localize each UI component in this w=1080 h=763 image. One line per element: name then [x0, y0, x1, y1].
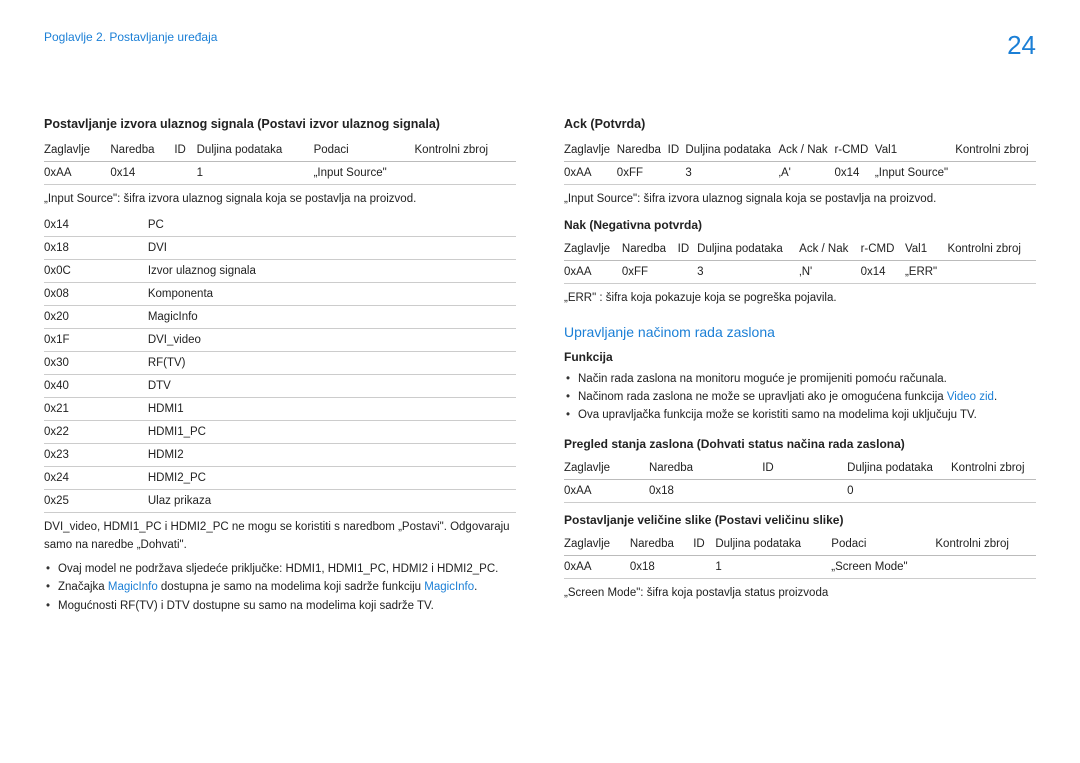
table-row: 0x24HDMI2_PC	[44, 467, 516, 490]
table-row: 0xAA0x180	[564, 479, 1036, 502]
table-row: 0x18DVI	[44, 237, 516, 260]
table-row: 0x20MagicInfo	[44, 306, 516, 329]
table-row: 0x22HDMI1_PC	[44, 421, 516, 444]
nak-title: Nak (Negativna potvrda)	[564, 218, 1036, 232]
page-header: Poglavlje 2. Postavljanje uređaja 24	[44, 30, 1036, 61]
video-zid-link[interactable]: Video zid	[947, 391, 994, 403]
magicinfo-link[interactable]: MagicInfo	[424, 581, 474, 593]
nak-note: „ERR" : šifra koja pokazuje koja se pogr…	[564, 290, 1036, 307]
bullet-item: Ovaj model ne podržava sljedeće priključ…	[44, 560, 516, 578]
table-row: 0xAA 0x14 1 „Input Source"	[44, 162, 516, 185]
page-number: 24	[1007, 30, 1036, 61]
set-size-title: Postavljanje veličine slike (Postavi vel…	[564, 513, 1036, 527]
screen-mode-note: „Screen Mode": šifra koja postavlja stat…	[564, 585, 1036, 602]
right-column: Ack (Potvrda) ZaglavljeNaredbaIDDuljina …	[564, 111, 1036, 627]
table-row: 0xAA0x181„Screen Mode"	[564, 555, 1036, 578]
th-podaci: Podaci	[314, 139, 415, 162]
table-row: 0x25Ulaz prikaza	[44, 490, 516, 513]
table-row: 0x40DTV	[44, 375, 516, 398]
table-row: 0x0CIzvor ulaznog signala	[44, 260, 516, 283]
ack-table: ZaglavljeNaredbaIDDuljina podatakaAck / …	[564, 139, 1036, 185]
th-zaglavlje: Zaglavlje	[44, 139, 110, 162]
th-naredba: Naredba	[110, 139, 174, 162]
left-bullets: Ovaj model ne podržava sljedeće priključ…	[44, 560, 516, 615]
bullet-item: Ova upravljačka funkcija može se koristi…	[564, 406, 1036, 424]
funkcija-bullets: Način rada zaslona na monitoru moguće je…	[564, 370, 1036, 425]
left-column: Postavljanje izvora ulaznog signala (Pos…	[44, 111, 516, 627]
input-source-note: „Input Source": šifra izvora ulaznog sig…	[44, 191, 516, 208]
ack-title: Ack (Potvrda)	[564, 117, 1036, 131]
set-input-source-title: Postavljanje izvora ulaznog signala (Pos…	[44, 117, 516, 131]
table-header-row: Zaglavlje Naredba ID Duljina podataka Po…	[44, 139, 516, 162]
table-header-row: ZaglavljeNaredbaIDDuljina podatakaKontro…	[564, 457, 1036, 480]
ack-note: „Input Source": šifra izvora ulaznog sig…	[564, 191, 1036, 208]
table-header-row: ZaglavljeNaredbaIDDuljina podatakaPodaci…	[564, 533, 1036, 556]
bullet-item: Način rada zaslona na monitoru moguće je…	[564, 370, 1036, 388]
table-row: 0x21HDMI1	[44, 398, 516, 421]
bullet-item: Mogućnosti RF(TV) i DTV dostupne su samo…	[44, 597, 516, 615]
bullet-item: Značajka MagicInfo dostupna je samo na m…	[44, 578, 516, 596]
nak-table: ZaglavljeNaredbaIDDuljina podatakaAck / …	[564, 238, 1036, 284]
funkcija-title: Funkcija	[564, 350, 1036, 364]
th-kontrolni: Kontrolni zbroj	[415, 139, 516, 162]
set-size-table: ZaglavljeNaredbaIDDuljina podatakaPodaci…	[564, 533, 1036, 579]
th-duljina: Duljina podataka	[197, 139, 314, 162]
table-row: 0xAA0xFF3‚A'0x14„Input Source"	[564, 162, 1036, 185]
source-codes-table: 0x14PC0x18DVI0x0CIzvor ulaznog signala0x…	[44, 214, 516, 513]
table-header-row: ZaglavljeNaredbaIDDuljina podatakaAck / …	[564, 139, 1036, 162]
table-row: 0x14PC	[44, 214, 516, 237]
table-row: 0x1FDVI_video	[44, 329, 516, 352]
chapter-title: Poglavlje 2. Postavljanje uređaja	[44, 30, 217, 44]
dvi-note: DVI_video, HDMI1_PC i HDMI2_PC ne mogu s…	[44, 519, 516, 554]
screen-mode-section-title: Upravljanje načinom rada zaslona	[564, 324, 1036, 340]
table-header-row: ZaglavljeNaredbaIDDuljina podatakaAck / …	[564, 238, 1036, 261]
content-columns: Postavljanje izvora ulaznog signala (Pos…	[44, 111, 1036, 627]
set-input-source-table: Zaglavlje Naredba ID Duljina podataka Po…	[44, 139, 516, 185]
table-row: 0x23HDMI2	[44, 444, 516, 467]
magicinfo-link[interactable]: MagicInfo	[108, 581, 158, 593]
view-screen-title: Pregled stanja zaslona (Dohvati status n…	[564, 437, 1036, 451]
table-row: 0x08Komponenta	[44, 283, 516, 306]
table-row: 0x30RF(TV)	[44, 352, 516, 375]
bullet-item: Načinom rada zaslona ne može se upravlja…	[564, 388, 1036, 406]
view-screen-table: ZaglavljeNaredbaIDDuljina podatakaKontro…	[564, 457, 1036, 503]
th-id: ID	[174, 139, 196, 162]
table-row: 0xAA0xFF3‚N'0x14„ERR"	[564, 261, 1036, 284]
